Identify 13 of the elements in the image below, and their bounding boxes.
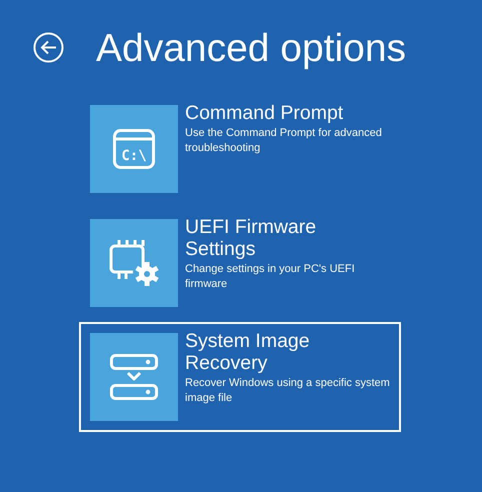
option-tile[interactable]: UEFI Firmware Settings Change settings in your PC's UEFI firmware <box>79 208 401 318</box>
drives-icon <box>110 354 158 400</box>
option-title: Command Prompt <box>185 102 344 124</box>
option-title: System Image Recovery <box>185 330 311 374</box>
chip-gear-icon <box>109 240 159 286</box>
terminal-icon: C:\ <box>113 129 155 169</box>
option-tile[interactable]: System Image Recovery Recover Windows using a specific system image file <box>79 322 401 432</box>
option-tile[interactable]: C:\ Command Prompt Use the Command Prompt for advanced troubleshooting <box>79 94 401 204</box>
option-description: Use the Command Prompt for advanced troubleshooting <box>185 126 383 156</box>
option-description: Recover Windows using a specific system image file <box>185 376 390 406</box>
option-description: Change settings in your PC's UEFI firmware <box>185 262 356 292</box>
page-title: Advanced options <box>96 26 406 72</box>
option-title: UEFI Firmware Settings <box>185 216 318 260</box>
